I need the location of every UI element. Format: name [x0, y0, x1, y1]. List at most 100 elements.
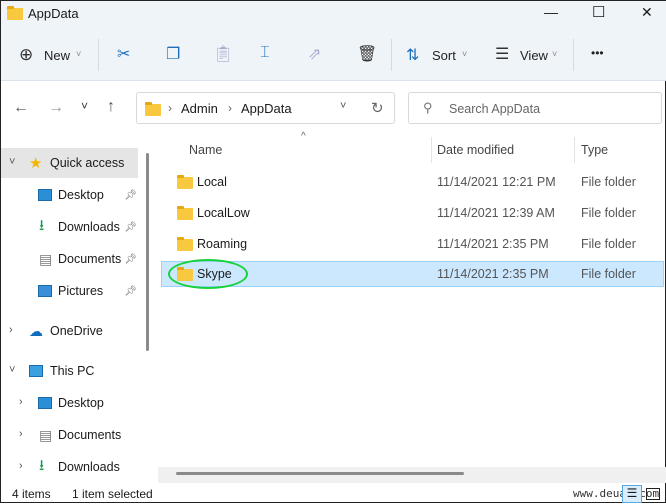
sidebar-item-label: Documents: [58, 428, 122, 442]
chevron-down-icon[interactable]: ˅: [9, 156, 15, 168]
divider: [573, 39, 574, 71]
status-bar: 4 items 1 item selected www.deuaq.com ☰: [1, 485, 666, 504]
sidebar-item-label: Desktop: [58, 396, 104, 410]
chevron-down-icon: ˅: [462, 49, 468, 59]
sidebar-item-pc-desktop[interactable]: › Desktop: [1, 388, 141, 418]
command-bar: [1, 27, 666, 81]
large-icons-view-icon[interactable]: [646, 488, 660, 500]
cut-icon[interactable]: ✂: [117, 44, 130, 64]
pin-icon: 📌︎: [124, 285, 137, 297]
pin-icon: 📌︎: [124, 189, 137, 201]
sort-icon: ⇅: [406, 47, 420, 64]
document-icon: ▤: [39, 426, 53, 443]
file-name: LocalLow: [197, 206, 250, 220]
chevron-right-icon[interactable]: ›: [19, 396, 23, 408]
up-button[interactable]: ↑: [107, 98, 115, 116]
share-icon[interactable]: ⇗: [308, 44, 321, 64]
sidebar-item-label: Quick access: [50, 156, 125, 170]
paste-icon[interactable]: 📋︎: [213, 44, 233, 64]
pin-icon: 📌︎: [124, 221, 137, 233]
search-box[interactable]: ⚲ Search AppData: [408, 92, 662, 124]
breadcrumb-appdata[interactable]: AppData: [241, 101, 292, 116]
chevron-down-icon: ˅: [552, 49, 558, 59]
file-type: File folder: [581, 175, 636, 189]
file-date: 11/14/2021 12:39 AM: [437, 206, 555, 220]
column-divider[interactable]: [574, 137, 575, 163]
minimize-button[interactable]: —: [544, 4, 558, 20]
chevron-down-icon[interactable]: ˅: [9, 364, 15, 376]
plus-circle-icon[interactable]: ⊕: [19, 45, 33, 65]
file-row[interactable]: Roaming 11/14/2021 2:35 PM File folder: [161, 231, 664, 257]
download-icon: ⭳: [39, 456, 45, 474]
back-button[interactable]: ←: [13, 99, 29, 117]
new-button[interactable]: New: [44, 48, 70, 63]
search-icon: ⚲: [423, 100, 433, 115]
chevron-down-icon: ˅: [76, 49, 82, 59]
more-button[interactable]: •••: [591, 46, 604, 60]
folder-icon: [145, 102, 161, 116]
column-header-type[interactable]: Type: [581, 143, 608, 157]
cloud-icon: ☁: [29, 322, 43, 339]
sidebar-item-pictures[interactable]: Pictures 📌︎: [1, 276, 141, 306]
file-row[interactable]: LocalLow 11/14/2021 12:39 AM File folder: [161, 200, 664, 226]
sidebar-item-pc-downloads[interactable]: › ⭳ Downloads: [1, 452, 141, 482]
address-bar[interactable]: › Admin › AppData ˅ ↻: [136, 92, 395, 124]
maximize-button[interactable]: ☐: [592, 3, 605, 21]
view-button[interactable]: View: [520, 48, 548, 63]
star-icon: ★: [29, 155, 43, 172]
breadcrumb-separator: ›: [168, 101, 172, 115]
recent-button[interactable]: ˅: [81, 99, 88, 113]
rename-icon[interactable]: ⌶: [260, 44, 270, 62]
sort-ascending-icon: ^: [301, 131, 306, 142]
sidebar-item-this-pc[interactable]: ˅ This PC: [1, 356, 141, 386]
file-name: Roaming: [197, 237, 248, 251]
title-bar: AppData — ☐ ✕: [1, 1, 666, 27]
chevron-right-icon[interactable]: ›: [19, 428, 23, 440]
divider: [98, 39, 99, 71]
folder-icon: [7, 6, 23, 20]
sidebar-item-label: Desktop: [58, 188, 104, 202]
column-header-date[interactable]: Date modified: [437, 143, 514, 157]
breadcrumb-separator: ›: [228, 101, 232, 115]
computer-icon: [29, 365, 43, 377]
breadcrumb-admin[interactable]: Admin: [181, 101, 218, 116]
sidebar-scrollbar[interactable]: [146, 153, 149, 351]
copy-icon[interactable]: ❐: [166, 44, 180, 64]
sort-button[interactable]: Sort: [432, 48, 456, 63]
sidebar-item-pc-documents[interactable]: › ▤ Documents: [1, 420, 141, 450]
window-title: AppData: [28, 6, 79, 21]
chevron-right-icon[interactable]: ›: [9, 324, 13, 336]
forward-button[interactable]: →: [48, 99, 64, 117]
chevron-down-icon[interactable]: ˅: [340, 100, 346, 112]
file-type: File folder: [581, 237, 636, 251]
sidebar-item-desktop[interactable]: Desktop 📌︎: [1, 180, 141, 210]
file-date: 11/14/2021 12:21 PM: [437, 175, 556, 189]
download-icon: ⭳: [39, 216, 45, 234]
sidebar-item-label: Documents: [58, 252, 122, 266]
delete-icon[interactable]: 🗑︎: [357, 44, 377, 64]
horizontal-scrollbar[interactable]: [176, 472, 464, 475]
sidebar-item-label: OneDrive: [50, 324, 103, 338]
column-divider[interactable]: [431, 137, 432, 163]
close-button[interactable]: ✕: [641, 4, 653, 21]
details-view-icon[interactable]: ☰: [622, 485, 642, 503]
sidebar-item-downloads[interactable]: ⭳ Downloads 📌︎: [1, 212, 141, 242]
sidebar-item-documents[interactable]: ▤ Documents 📌︎: [1, 244, 141, 274]
file-row[interactable]: Local 11/14/2021 12:21 PM File folder: [161, 169, 664, 195]
search-input[interactable]: Search AppData: [449, 102, 540, 116]
file-type: File folder: [581, 267, 636, 281]
view-icon: ☰: [495, 46, 510, 63]
file-name: Local: [197, 175, 227, 189]
column-header-name[interactable]: Name: [189, 143, 222, 157]
chevron-right-icon[interactable]: ›: [19, 460, 23, 472]
refresh-button[interactable]: ↻: [371, 99, 384, 117]
sidebar-item-onedrive[interactable]: › ☁ OneDrive: [1, 316, 141, 346]
divider: [391, 39, 392, 71]
sidebar-item-quick-access[interactable]: ˅ ★ Quick access: [1, 148, 138, 178]
sidebar-item-label: Downloads: [58, 460, 120, 474]
sidebar-item-label: Downloads: [58, 220, 120, 234]
horizontal-scrollbar-track[interactable]: [158, 467, 666, 483]
document-icon: ▤: [39, 250, 53, 267]
sidebar-item-label: Pictures: [58, 284, 104, 298]
folder-icon: [177, 237, 193, 251]
